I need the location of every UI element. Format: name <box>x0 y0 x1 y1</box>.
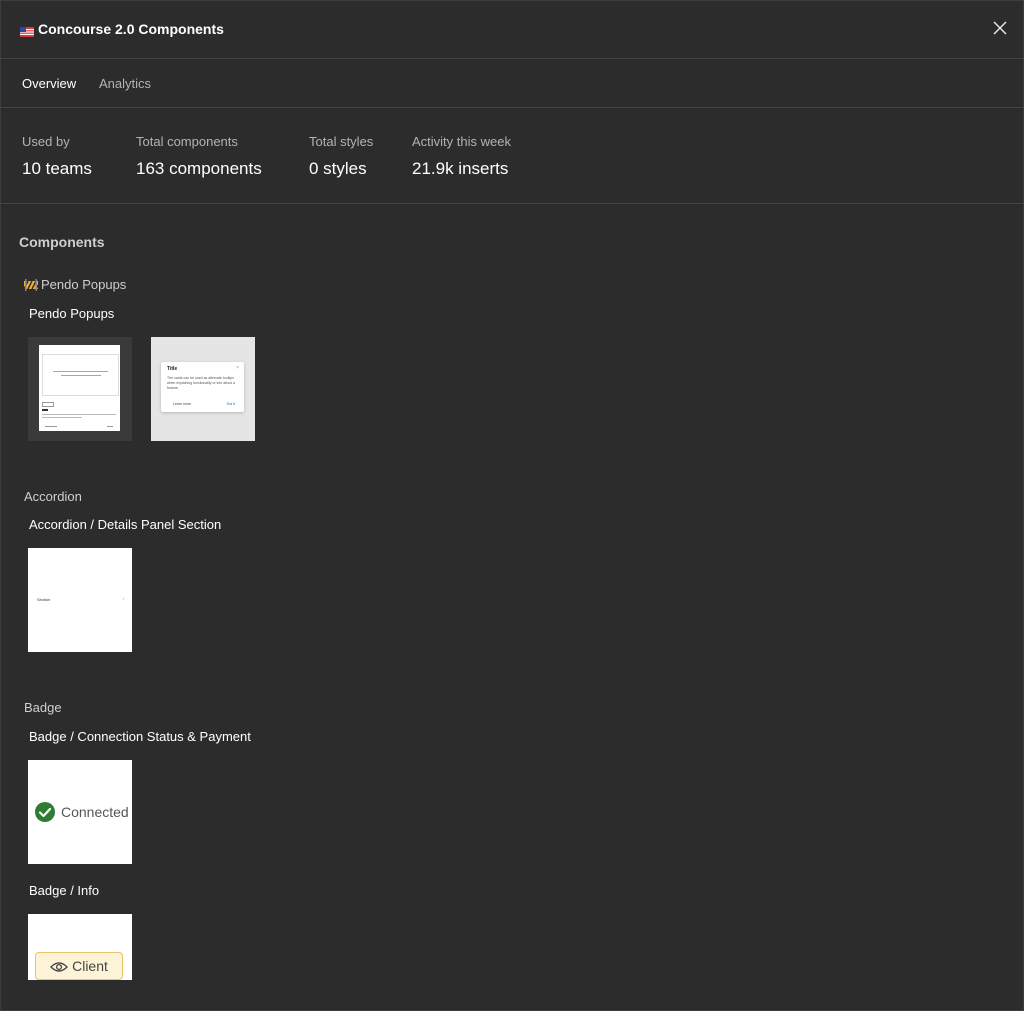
group-badge: Badge <box>24 700 62 715</box>
component-label: Accordion / Details Panel Section <box>29 517 222 532</box>
modal-title: Concourse 2.0 Components <box>38 21 224 37</box>
components-heading: Components <box>19 234 105 250</box>
stat-total-components: Total components 163 components <box>136 134 262 179</box>
stat-label: Activity this week <box>412 134 511 149</box>
tab-bar: Overview Analytics <box>1 59 1023 108</box>
close-icon[interactable] <box>991 19 1009 37</box>
modal-header: Concourse 2.0 Components <box>1 1 1023 59</box>
stat-value: 21.9k inserts <box>412 159 509 178</box>
group-name: Pendo Popups <box>41 277 127 292</box>
badge-text: Connected <box>61 804 129 820</box>
popup-preview-card <box>39 345 120 431</box>
check-circle-icon <box>35 802 55 822</box>
chevron-icon: › <box>122 596 124 601</box>
stat-used-by: Used by 10 teams <box>22 134 92 179</box>
stat-total-styles: Total styles 0 styles <box>309 134 373 179</box>
eye-icon <box>50 960 69 972</box>
learn-more-link: Learn more <box>173 402 191 406</box>
stat-value: 10 teams <box>22 159 92 178</box>
component-thumbnail[interactable]: Connected <box>28 760 132 864</box>
title-wrap: Concourse 2.0 Components <box>20 21 224 37</box>
stat-activity: Activity this week 21.9k inserts <box>412 134 511 179</box>
component-thumbnail[interactable]: Client <box>28 914 132 980</box>
got-it-button: Got it <box>226 402 235 406</box>
popup-title: Title <box>167 366 178 372</box>
flag-icon <box>20 24 34 37</box>
component-thumbnail[interactable]: Section › <box>28 548 132 652</box>
group-accordion: Accordion <box>24 489 82 504</box>
group-pendo-popups: Pendo Popups <box>23 277 127 292</box>
component-label: Pendo Popups <box>29 306 115 321</box>
stat-value: 0 styles <box>309 159 367 178</box>
library-modal: Concourse 2.0 Components Overview Analyt… <box>0 0 1024 1011</box>
stat-label: Used by <box>22 134 70 149</box>
popup-body: The cards can be used as alternate toolt… <box>167 376 235 390</box>
tab-overview[interactable]: Overview <box>22 76 76 91</box>
accordion-label: Section <box>37 597 51 602</box>
badge-text: Client <box>72 958 108 974</box>
components-panel: Components Pendo Popups Pendo Popups Tit… <box>1 204 1023 1004</box>
stat-label: Total components <box>136 134 238 149</box>
stat-label: Total styles <box>309 134 374 149</box>
construction-icon <box>23 278 39 291</box>
image-placeholder <box>42 354 119 396</box>
component-label: Badge / Connection Status & Payment <box>29 729 251 744</box>
info-badge-preview: Client <box>35 952 123 980</box>
connected-badge-preview: Connected <box>35 802 129 822</box>
component-thumbnail[interactable]: Title × The cards can be used as alterna… <box>151 337 255 441</box>
stat-value: 163 components <box>136 159 262 178</box>
close-icon: × <box>236 365 239 371</box>
stats-row: Used by 10 teams Total components 163 co… <box>1 108 1023 204</box>
tooltip-card-preview: Title × The cards can be used as alterna… <box>161 362 244 412</box>
tab-analytics[interactable]: Analytics <box>99 76 151 91</box>
component-thumbnail[interactable] <box>28 337 132 441</box>
component-label: Badge / Info <box>29 883 100 898</box>
